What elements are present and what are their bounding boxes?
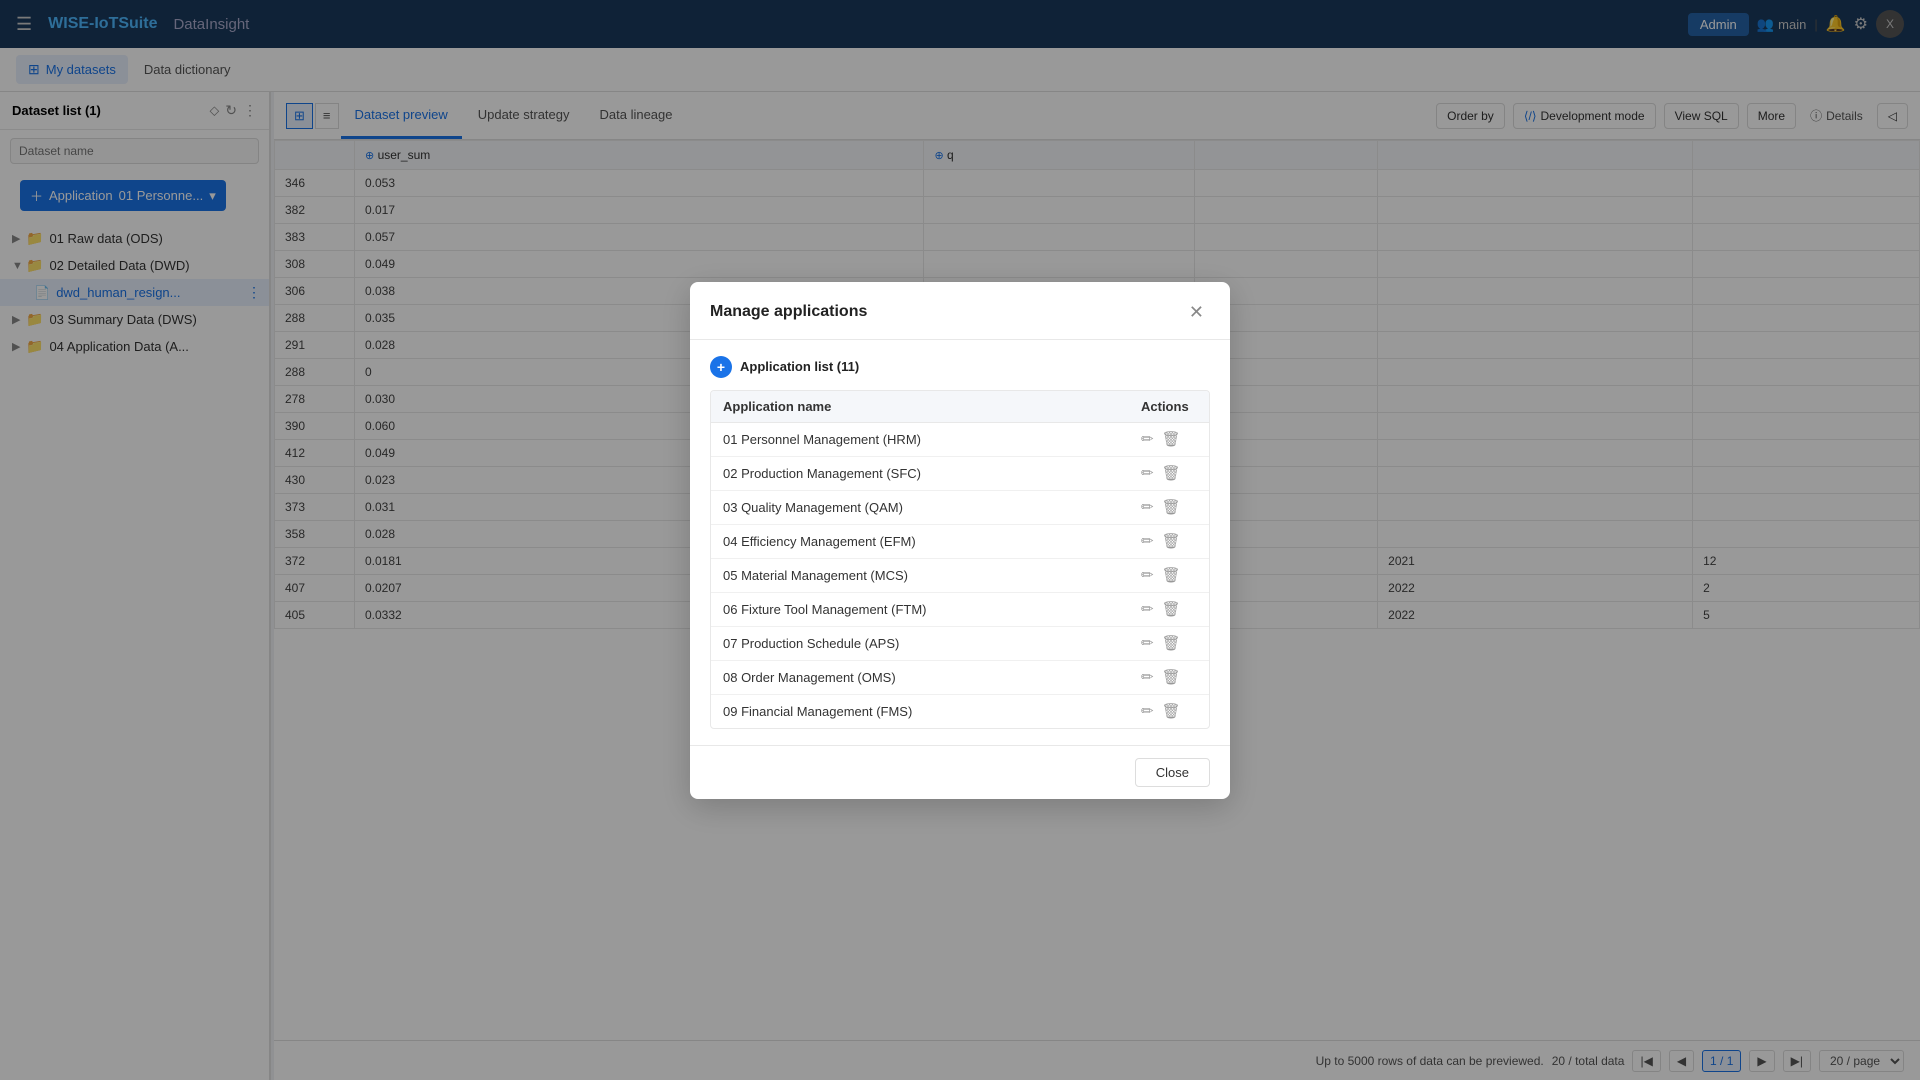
edit-icon[interactable]: ✏ <box>1141 464 1154 482</box>
app-table: Application name Actions 01 Personnel Ma… <box>710 390 1210 729</box>
delete-icon[interactable]: 🗑 <box>1162 634 1181 652</box>
delete-icon[interactable]: 🗑 <box>1162 498 1181 516</box>
app-table-body: 01 Personnel Management (HRM) ✏ 🗑 02 Pro… <box>711 423 1209 728</box>
app-row: 08 Order Management (OMS) ✏ 🗑 <box>711 661 1209 695</box>
app-actions-cell: ✏ 🗑 <box>1129 696 1209 726</box>
app-name-cell: 03 Quality Management (QAM) <box>711 491 1129 524</box>
app-row: 06 Fixture Tool Management (FTM) ✏ 🗑 <box>711 593 1209 627</box>
app-name-cell: 04 Efficiency Management (EFM) <box>711 525 1129 558</box>
modal-title: Manage applications <box>710 303 867 321</box>
app-list-title: Application list (11) <box>740 359 859 374</box>
app-actions-cell: ✏ 🗑 <box>1129 526 1209 556</box>
app-row: 09 Financial Management (FMS) ✏ 🗑 <box>711 695 1209 728</box>
delete-icon[interactable]: 🗑 <box>1162 668 1181 686</box>
manage-applications-modal: Manage applications ✕ + Application list… <box>690 282 1230 799</box>
app-name-cell: 05 Material Management (MCS) <box>711 559 1129 592</box>
app-actions-cell: ✏ 🗑 <box>1129 424 1209 454</box>
app-actions-cell: ✏ 🗑 <box>1129 492 1209 522</box>
modal-header: Manage applications ✕ <box>690 282 1230 340</box>
app-row: 02 Production Management (SFC) ✏ 🗑 <box>711 457 1209 491</box>
app-row: 01 Personnel Management (HRM) ✏ 🗑 <box>711 423 1209 457</box>
modal-footer: Close <box>690 745 1230 799</box>
app-row: 03 Quality Management (QAM) ✏ 🗑 <box>711 491 1209 525</box>
delete-icon[interactable]: 🗑 <box>1162 600 1181 618</box>
modal-body: + Application list (11) Application name… <box>690 340 1230 745</box>
edit-icon[interactable]: ✏ <box>1141 634 1154 652</box>
col-header-app-name: Application name <box>711 391 1129 422</box>
edit-icon[interactable]: ✏ <box>1141 668 1154 686</box>
col-header-actions: Actions <box>1129 391 1209 422</box>
edit-icon[interactable]: ✏ <box>1141 498 1154 516</box>
delete-icon[interactable]: 🗑 <box>1162 430 1181 448</box>
app-table-header: Application name Actions <box>711 391 1209 423</box>
app-actions-cell: ✏ 🗑 <box>1129 560 1209 590</box>
app-name-cell: 06 Fixture Tool Management (FTM) <box>711 593 1129 626</box>
delete-icon[interactable]: 🗑 <box>1162 566 1181 584</box>
modal-close-button[interactable]: ✕ <box>1183 300 1210 325</box>
app-actions-cell: ✏ 🗑 <box>1129 628 1209 658</box>
app-list-header: + Application list (11) <box>710 356 1210 378</box>
app-row: 05 Material Management (MCS) ✏ 🗑 <box>711 559 1209 593</box>
edit-icon[interactable]: ✏ <box>1141 566 1154 584</box>
app-actions-cell: ✏ 🗑 <box>1129 662 1209 692</box>
app-name-cell: 02 Production Management (SFC) <box>711 457 1129 490</box>
add-app-icon[interactable]: + <box>710 356 732 378</box>
app-name-cell: 08 Order Management (OMS) <box>711 661 1129 694</box>
app-row: 04 Efficiency Management (EFM) ✏ 🗑 <box>711 525 1209 559</box>
edit-icon[interactable]: ✏ <box>1141 600 1154 618</box>
app-name-cell: 01 Personnel Management (HRM) <box>711 423 1129 456</box>
delete-icon[interactable]: 🗑 <box>1162 702 1181 720</box>
app-actions-cell: ✏ 🗑 <box>1129 594 1209 624</box>
modal-close-footer-button[interactable]: Close <box>1135 758 1210 787</box>
app-actions-cell: ✏ 🗑 <box>1129 458 1209 488</box>
modal-overlay[interactable]: Manage applications ✕ + Application list… <box>0 0 1920 1080</box>
edit-icon[interactable]: ✏ <box>1141 430 1154 448</box>
edit-icon[interactable]: ✏ <box>1141 532 1154 550</box>
delete-icon[interactable]: 🗑 <box>1162 464 1181 482</box>
delete-icon[interactable]: 🗑 <box>1162 532 1181 550</box>
edit-icon[interactable]: ✏ <box>1141 702 1154 720</box>
app-row: 07 Production Schedule (APS) ✏ 🗑 <box>711 627 1209 661</box>
app-name-cell: 09 Financial Management (FMS) <box>711 695 1129 728</box>
app-name-cell: 07 Production Schedule (APS) <box>711 627 1129 660</box>
